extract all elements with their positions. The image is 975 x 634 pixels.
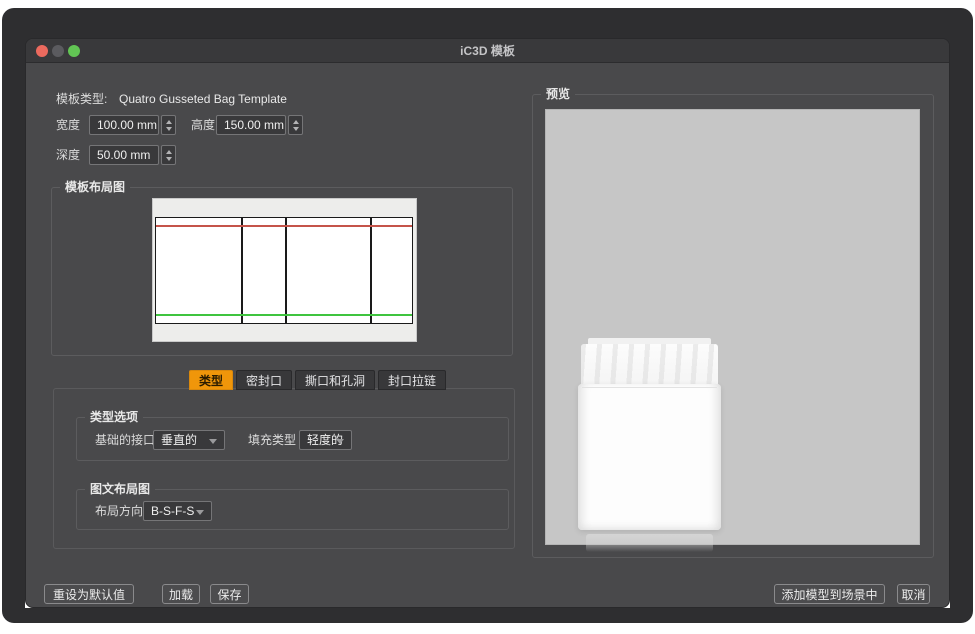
depth-spin-buttons[interactable] [161,145,176,165]
depth-label: 深度 [56,145,80,165]
fill-type-dropdown[interactable]: 轻度的 [299,430,352,450]
layout-direction-dropdown[interactable]: B-S-F-S [143,501,212,521]
tab-closure-zipper[interactable]: 封口拉链 [378,370,446,390]
base-seal-dropdown[interactable]: 垂直的 [153,430,225,450]
spin-up-icon[interactable] [166,150,172,154]
template-dieline-rect [155,217,413,324]
layout-direction-dropdown-value: B-S-F-S [151,504,194,518]
width-spin-buttons[interactable] [161,115,176,135]
width-label: 宽度 [56,115,80,135]
spin-down-icon[interactable] [166,157,172,161]
tab-seal[interactable]: 密封口 [236,370,292,390]
gusseted-bag-model [578,338,721,550]
bag-body [578,384,721,530]
graphic-layout-group: 图文布局图 布局方向 B-S-F-S [76,489,509,530]
tab-content-panel: 类型选项 基础的接口 垂直的 填充类型 轻度的 图文布局图 布局方向 B-S-F… [53,388,515,549]
height-stepper[interactable]: 150.00 mm [216,115,303,135]
titlebar[interactable]: iC3D 模板 [26,39,949,63]
load-button[interactable]: 加载 [162,584,200,604]
save-button[interactable]: 保存 [210,584,249,604]
spin-down-icon[interactable] [293,127,299,131]
preview-group-title: 预览 [541,87,575,102]
panel-fold-line [370,218,372,323]
screenshot-stage: iC3D 模板 模板类型: Quatro Gusseted Bag Templa… [0,0,975,634]
spin-up-icon[interactable] [293,120,299,124]
template-layout-group: 模板布局图 [51,187,513,356]
tab-type[interactable]: 类型 [189,370,233,390]
base-seal-label: 基础的接口 [95,430,155,450]
template-layout-group-title: 模板布局图 [60,180,130,195]
bag-top-seal [581,344,718,388]
height-input[interactable]: 150.00 mm [216,115,286,135]
bag-reflection [586,534,713,552]
height-spin-buttons[interactable] [288,115,303,135]
fill-type-label: 填充类型 [248,430,296,450]
tab-bar: 类型 密封口 撕口和孔洞 封口拉链 [189,370,446,390]
width-input[interactable]: 100.00 mm [89,115,159,135]
chevron-down-icon [209,439,217,444]
dialog-title: iC3D 模板 [26,39,949,63]
template-type-label: 模板类型: [56,89,107,109]
depth-stepper[interactable]: 50.00 mm [89,145,176,165]
layout-direction-label: 布局方向 [95,501,143,521]
width-stepper[interactable]: 100.00 mm [89,115,176,135]
preview-group: 预览 [532,94,934,558]
cancel-button[interactable]: 取消 [897,584,930,604]
depth-input[interactable]: 50.00 mm [89,145,159,165]
template-type-value: Quatro Gusseted Bag Template [119,89,287,109]
bottom-seal-line [156,314,412,316]
graphic-layout-group-title: 图文布局图 [85,482,155,497]
panel-fold-line [241,218,243,323]
template-layout-diagram [152,198,417,342]
chevron-down-icon [196,510,204,515]
spin-up-icon[interactable] [166,120,172,124]
preview-3d-viewport[interactable] [545,109,920,545]
height-label: 高度 [191,115,215,135]
top-seal-line [156,225,412,227]
tab-tear-and-holes[interactable]: 撕口和孔洞 [295,370,375,390]
type-options-group: 类型选项 基础的接口 垂直的 填充类型 轻度的 [76,417,509,461]
bag-seam-line [582,387,717,388]
type-options-group-title: 类型选项 [85,410,143,425]
reset-defaults-button[interactable]: 重设为默认值 [44,584,134,604]
spin-down-icon[interactable] [166,127,172,131]
template-dialog: iC3D 模板 模板类型: Quatro Gusseted Bag Templa… [25,38,950,608]
add-model-to-scene-button[interactable]: 添加模型到场景中 [774,584,885,604]
panel-fold-line [285,218,287,323]
chevron-down-icon [336,439,344,444]
base-seal-dropdown-value: 垂直的 [161,433,197,447]
